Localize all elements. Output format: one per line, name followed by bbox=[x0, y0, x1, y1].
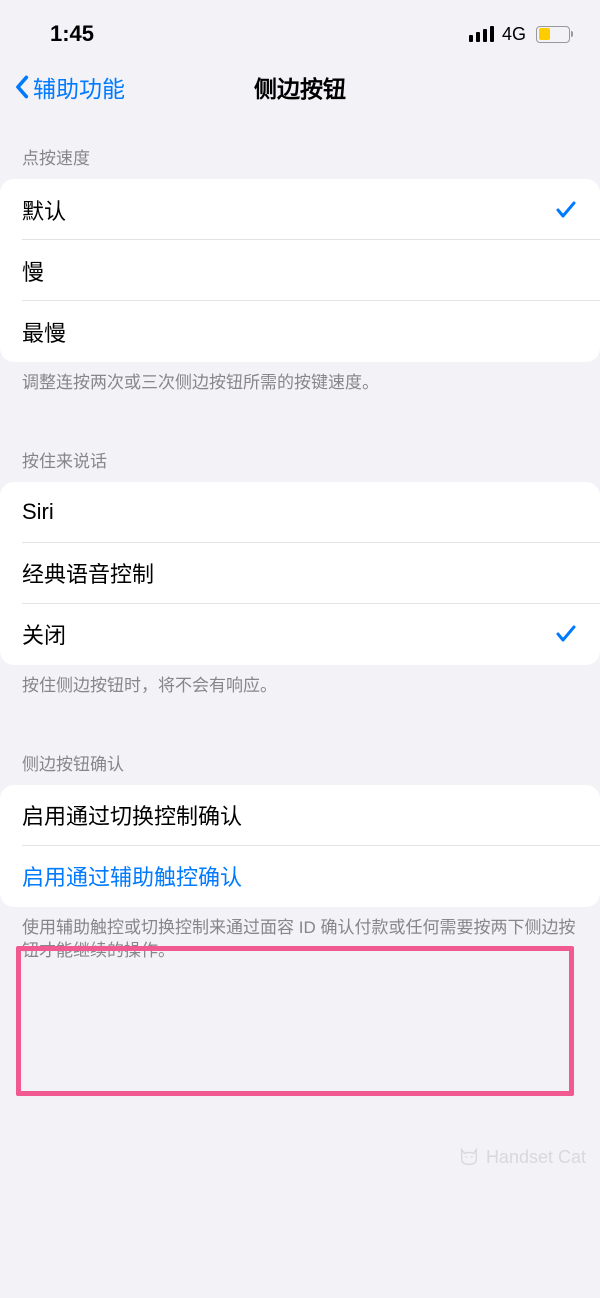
group-confirm: 启用通过切换控制确认 启用通过辅助触控确认 bbox=[0, 785, 600, 907]
chevron-left-icon bbox=[14, 75, 29, 99]
option-label: 最慢 bbox=[22, 316, 66, 348]
watermark-text: Handset Cat bbox=[486, 1147, 586, 1168]
option-label: 经典语音控制 bbox=[22, 557, 154, 589]
section-footer-click-speed: 调整连按两次或三次侧边按钮所需的按键速度。 bbox=[0, 362, 600, 395]
option-label: 慢 bbox=[22, 255, 44, 287]
checkmark-icon bbox=[554, 622, 578, 646]
option-siri[interactable]: Siri bbox=[0, 482, 600, 543]
option-slowest[interactable]: 最慢 bbox=[0, 301, 600, 362]
section-header-click-speed: 点按速度 bbox=[0, 134, 600, 179]
page-title: 侧边按钮 bbox=[254, 70, 346, 104]
option-label: Siri bbox=[22, 499, 54, 525]
highlight-annotation bbox=[16, 946, 574, 1096]
group-hold-speak: Siri 经典语音控制 关闭 bbox=[0, 482, 600, 665]
watermark: Handset Cat bbox=[458, 1146, 586, 1168]
group-click-speed: 默认 慢 最慢 bbox=[0, 179, 600, 362]
status-right: 4G bbox=[469, 24, 570, 45]
section-header-hold-speak: 按住来说话 bbox=[0, 437, 600, 482]
section-footer-hold-speak: 按住侧边按钮时，将不会有响应。 bbox=[0, 665, 600, 698]
cat-icon bbox=[458, 1146, 480, 1168]
checkmark-icon bbox=[554, 198, 578, 222]
option-default[interactable]: 默认 bbox=[0, 179, 600, 240]
network-label: 4G bbox=[502, 24, 526, 45]
option-label: 启用通过辅助触控确认 bbox=[22, 860, 242, 892]
back-label: 辅助功能 bbox=[33, 70, 125, 104]
section-header-confirm: 侧边按钮确认 bbox=[0, 740, 600, 785]
option-label: 启用通过切换控制确认 bbox=[22, 799, 242, 831]
back-button[interactable]: 辅助功能 bbox=[14, 70, 125, 104]
option-switch-control-confirm[interactable]: 启用通过切换控制确认 bbox=[0, 785, 600, 846]
navigation-bar: 辅助功能 侧边按钮 bbox=[0, 60, 600, 118]
status-bar: 1:45 4G bbox=[0, 0, 600, 60]
battery-icon bbox=[536, 26, 570, 43]
option-assistive-touch-confirm[interactable]: 启用通过辅助触控确认 bbox=[0, 846, 600, 907]
section-footer-confirm: 使用辅助触控或切换控制来通过面容 ID 确认付款或任何需要按两下侧边按钮才能继续… bbox=[0, 907, 600, 963]
cellular-signal-icon bbox=[469, 26, 494, 42]
option-off[interactable]: 关闭 bbox=[0, 604, 600, 665]
option-slow[interactable]: 慢 bbox=[0, 240, 600, 301]
option-label: 默认 bbox=[22, 194, 66, 226]
option-label: 关闭 bbox=[22, 618, 66, 650]
option-classic-voice[interactable]: 经典语音控制 bbox=[0, 543, 600, 604]
status-time: 1:45 bbox=[50, 21, 94, 47]
